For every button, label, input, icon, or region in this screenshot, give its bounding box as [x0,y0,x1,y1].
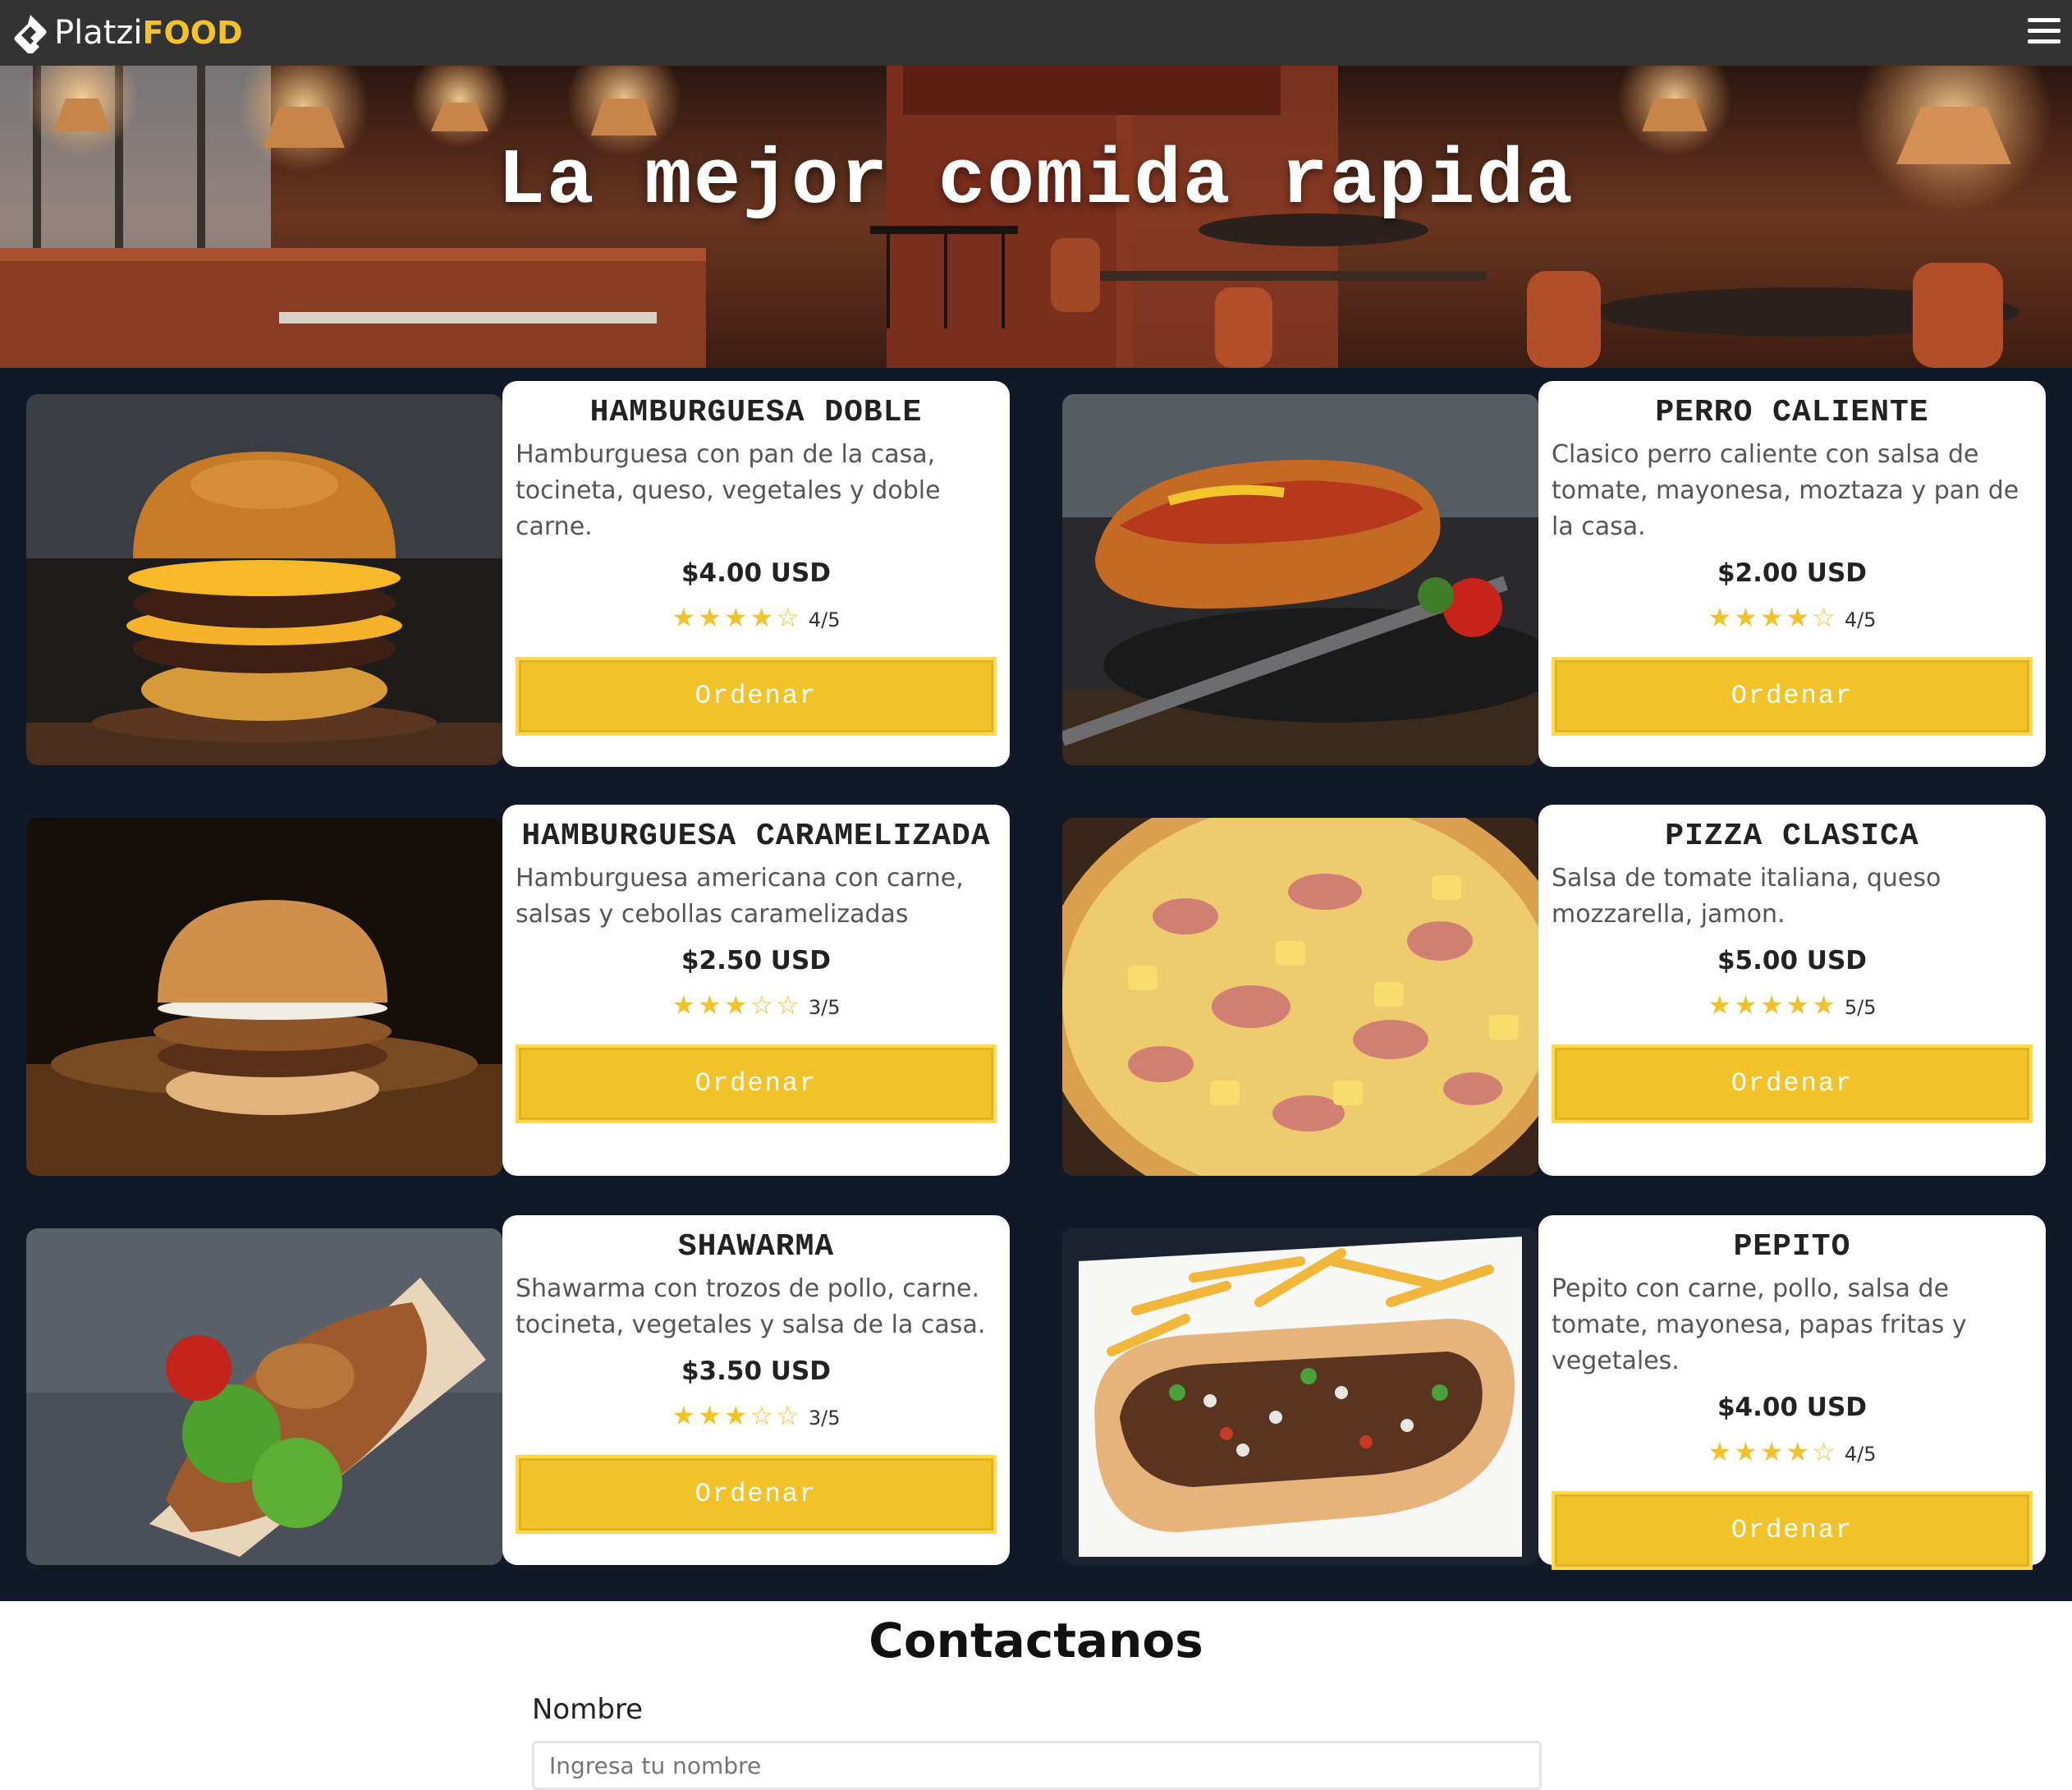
rating-score: 3/5 [808,1407,841,1430]
star-rating-icon: ★★★☆☆ [672,989,802,1021]
platzi-logo-icon [14,15,47,53]
item-name: PEPITO [1733,1229,1851,1264]
contact-title: Contactanos [869,1613,1203,1668]
contact-section: Contactanos Nombre [0,1601,2072,1790]
item-price: $3.50 USD [681,1356,832,1386]
hamburger-menu-icon[interactable] [2028,18,2061,48]
item-description: Salsa de tomate italiana, queso mozzarel… [1552,864,1941,929]
item-description: Clasico perro caliente con salsa de toma… [1552,440,2019,541]
item-name: PIZZA CLASICA [1665,819,1919,854]
hero-title: La mejor comida rapida [497,136,1575,226]
menu-item-pizza-clasica: PIZZA CLASICA Salsa de tomate italiana, … [1062,805,2072,1191]
item-description: Hamburguesa americana con carne, salsas … [516,864,964,929]
menu-section: HAMBURGUESA DOBLE Hamburguesa con pan de… [0,368,2072,1601]
star-rating-icon: ★★★★☆ [1708,1436,1838,1467]
menu-card: SHAWARMA Shawarma con trozos de pollo, c… [502,1215,1010,1565]
item-name: PERRO CALIENTE [1655,395,1929,430]
star-rating-icon: ★★★★★ [1708,989,1838,1021]
menu-item-pepito: PEPITO Pepito con carne, pollo, salsa de… [1062,1215,2072,1570]
double-burger-image [26,394,502,765]
rating-score: 3/5 [808,996,841,1019]
menu-card: HAMBURGUESA CARAMELIZADA Hamburguesa ame… [502,805,1010,1176]
order-button[interactable]: Ordenar [1552,1491,2033,1570]
menu-item-hamburguesa-caramelizada: HAMBURGUESA CARAMELIZADA Hamburguesa ame… [26,805,1036,1191]
hot-dog-image [1062,394,1538,765]
rating-score: 5/5 [1844,996,1877,1019]
navbar: Platzi FOOD [0,0,2072,66]
rating-score: 4/5 [808,608,841,631]
shawarma-image [26,1228,502,1565]
logo-text: Platzi [54,14,143,52]
star-rating-icon: ★★★★☆ [672,602,802,633]
menu-card: HAMBURGUESA DOBLE Hamburguesa con pan de… [502,381,1010,767]
item-rating: ★★★★☆ 4/5 [516,601,997,639]
item-price: $2.50 USD [681,946,832,975]
star-rating-icon: ★★★☆☆ [672,1400,802,1431]
menu-item-hamburguesa-doble: HAMBURGUESA DOBLE Hamburguesa con pan de… [26,381,1036,767]
item-price: $2.00 USD [1717,558,1868,588]
star-rating-icon: ★★★★☆ [1708,602,1838,633]
logo-accent: FOOD [142,15,243,51]
menu-item-perro-caliente: PERRO CALIENTE Clasico perro caliente co… [1062,381,2072,767]
item-description: Pepito con carne, pollo, salsa de tomate… [1552,1274,1967,1375]
item-price: $4.00 USD [1717,1393,1868,1422]
item-rating: ★★★★★ 5/5 [1552,989,2033,1026]
order-button[interactable]: Ordenar [1552,657,2033,736]
menu-card: PEPITO Pepito con carne, pollo, salsa de… [1538,1215,2046,1570]
caramelized-burger-image [26,818,502,1176]
item-rating: ★★★★☆ 4/5 [1552,601,2033,639]
menu-card: PIZZA CLASICA Salsa de tomate italiana, … [1538,805,2046,1176]
order-button[interactable]: Ordenar [516,1455,997,1534]
item-price: $5.00 USD [1717,946,1868,975]
item-rating: ★★★☆☆ 3/5 [516,1399,997,1437]
menu-item-shawarma: SHAWARMA Shawarma con trozos de pollo, c… [26,1215,1036,1565]
order-button[interactable]: Ordenar [1552,1044,2033,1123]
order-button[interactable]: Ordenar [516,1044,997,1123]
hero-banner: La mejor comida rapida [0,66,2072,368]
item-name: HAMBURGUESA DOBLE [589,395,923,430]
menu-card: PERRO CALIENTE Clasico perro caliente co… [1538,381,2046,767]
item-rating: ★★★☆☆ 3/5 [516,989,997,1026]
rating-score: 4/5 [1844,608,1877,631]
item-name: HAMBURGUESA CARAMELIZADA [521,819,991,854]
name-label: Nombre [532,1693,644,1726]
name-input[interactable] [532,1741,1542,1790]
pepito-image [1062,1228,1538,1565]
logo[interactable]: Platzi FOOD [11,11,243,54]
item-price: $4.00 USD [681,558,832,588]
item-rating: ★★★★☆ 4/5 [1552,1435,2033,1473]
item-description: Shawarma con trozos de pollo, carne. toc… [516,1274,986,1339]
pizza-image [1062,818,1538,1176]
item-name: SHAWARMA [677,1229,835,1264]
item-description: Hamburguesa con pan de la casa, tocineta… [516,440,941,541]
order-button[interactable]: Ordenar [516,657,997,736]
rating-score: 4/5 [1844,1443,1877,1466]
